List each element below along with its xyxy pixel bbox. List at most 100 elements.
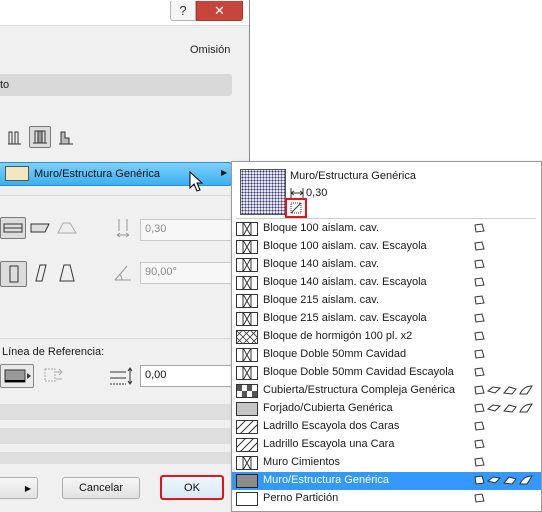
roof-icon	[503, 385, 517, 395]
basic-structure-icon[interactable]	[4, 127, 26, 149]
list-item[interactable]: Muro Cimientos	[232, 454, 541, 472]
wall-icon	[474, 439, 485, 449]
list-item-label: Ladrillo Escayola una Cara	[263, 438, 395, 450]
availability-flags	[474, 295, 485, 305]
complex-profile-icon[interactable]	[55, 127, 77, 149]
roof-icon	[503, 403, 517, 413]
fill-button-label: Muro/Estructura Genérica	[34, 168, 160, 180]
flip-reference-icon[interactable]	[40, 364, 68, 386]
fill-pattern-icon	[235, 329, 259, 345]
availability-flags	[474, 367, 485, 377]
list-item[interactable]: Bloque 100 aislam. cav. Escayola	[232, 238, 541, 256]
thickness-field[interactable]: 0,30	[140, 219, 232, 241]
help-button[interactable]: ?	[170, 1, 196, 21]
divider	[0, 195, 232, 196]
list-item[interactable]: Bloque de hormigón 100 pl. x2	[232, 328, 541, 346]
list-item[interactable]: Bloque Doble 50mm Cavidad Escayola	[232, 364, 541, 382]
list-item-label: Bloque 140 aislam. cav.	[263, 258, 379, 270]
list-item-label: Forjado/Cubierta Genérica	[263, 402, 393, 414]
cancel-button[interactable]: Cancelar	[62, 477, 140, 499]
availability-flags	[474, 223, 485, 233]
fill-pattern-icon	[236, 474, 258, 488]
slab-icon	[487, 475, 501, 485]
settings-dialog: ? ✕ Omisión to Muro/Estructura Genérica …	[0, 0, 250, 512]
double-slanted-wall-icon[interactable]	[56, 262, 78, 284]
fill-pattern-icon	[235, 437, 259, 453]
collapsed-panel-header[interactable]	[0, 404, 249, 420]
list-item[interactable]: Ladrillo Escayola una Cara	[232, 436, 541, 454]
composite-symbol-icon	[290, 202, 302, 214]
list-item[interactable]: Ladrillo Escayola dos Caras	[232, 418, 541, 436]
divider	[236, 218, 536, 219]
availability-flags	[474, 259, 485, 269]
list-item-label: Bloque Doble 50mm Cavidad	[263, 348, 407, 360]
vertical-wall-icon[interactable]	[0, 261, 27, 287]
offset-field[interactable]: 0,00	[140, 365, 232, 387]
thickness-icon	[112, 217, 134, 239]
list-item[interactable]: Bloque 140 aislam. cav.	[232, 256, 541, 274]
availability-flags	[474, 457, 485, 467]
settings-menu-button[interactable]: ▶	[0, 477, 38, 499]
shell-icon	[519, 403, 533, 413]
wall-icon	[474, 241, 485, 251]
close-button[interactable]: ✕	[196, 1, 243, 21]
list-item[interactable]: Bloque Doble 50mm Cavidad	[232, 346, 541, 364]
mouse-cursor-icon	[189, 171, 204, 192]
list-item[interactable]: Bloque 215 aislam. cav.	[232, 292, 541, 310]
wall-icon	[474, 313, 485, 323]
list-item[interactable]: Bloque 100 aislam. cav.	[232, 220, 541, 238]
angle-field[interactable]: 90,00°	[140, 262, 232, 284]
list-item-label: Bloque 215 aislam. cav.	[263, 294, 379, 306]
list-item[interactable]: Forjado/Cubierta Genérica	[232, 400, 541, 418]
wall-icon	[474, 331, 485, 341]
list-item-label: Perno Partición	[263, 492, 339, 504]
structure-symbol[interactable]	[285, 198, 307, 218]
ok-button[interactable]: OK	[160, 475, 224, 500]
list-item[interactable]: Cubierta/Estructura Compleja Genérica	[232, 382, 541, 400]
collapsed-panel-header[interactable]	[0, 428, 249, 444]
list-item-label: Bloque de hormigón 100 pl. x2	[263, 330, 413, 342]
collapsed-panel-header[interactable]	[0, 452, 249, 464]
triangle-right-icon: ▶	[24, 483, 32, 493]
fill-list: Bloque 100 aislam. cav. Bloque 100 aislam…	[232, 220, 541, 508]
inclined-wall-icon[interactable]	[30, 262, 52, 284]
fill-pattern-icon	[236, 455, 258, 471]
wall-icon	[474, 259, 485, 269]
wall-icon	[474, 493, 485, 503]
polygon-wall-icon	[56, 217, 78, 239]
availability-flags	[474, 277, 485, 287]
list-item-label: Muro/Estructura Genérica	[263, 474, 389, 486]
list-item[interactable]: Bloque 140 aislam. cav. Escayola	[232, 274, 541, 292]
shell-icon	[519, 385, 533, 395]
fill-pattern-icon	[236, 293, 258, 309]
wall-icon	[474, 385, 485, 395]
section-header[interactable]	[0, 74, 232, 96]
reference-line-dropdown[interactable]	[0, 364, 34, 388]
wall-icon	[474, 295, 485, 305]
wall-icon	[474, 475, 485, 485]
fill-pattern-icon	[235, 419, 259, 435]
default-label[interactable]: Omisión	[190, 44, 230, 56]
availability-flags	[474, 313, 485, 323]
availability-flags	[474, 475, 533, 485]
availability-flags	[474, 349, 485, 359]
preview-name: Muro/Estructura Genérica	[290, 170, 416, 182]
straight-wall-icon[interactable]	[0, 217, 26, 239]
list-item[interactable]: Muro/Estructura Genérica	[232, 472, 541, 490]
fill-pattern-icon	[236, 275, 258, 291]
availability-flags	[474, 421, 485, 431]
list-item[interactable]: Perno Partición	[232, 490, 541, 508]
help-icon: ?	[179, 3, 187, 18]
trapezoid-wall-icon[interactable]	[29, 217, 51, 239]
wall-icon	[474, 367, 485, 377]
fill-pattern-icon	[236, 347, 258, 363]
list-item-label: Bloque 100 aislam. cav.	[263, 222, 379, 234]
composite-structure-icon[interactable]	[29, 126, 51, 148]
fill-popup: Muro/Estructura Genérica 0,30 Bloque 100…	[231, 161, 542, 512]
fill-pattern-icon	[236, 239, 258, 255]
availability-flags	[474, 439, 485, 449]
slab-icon	[487, 385, 501, 395]
list-item[interactable]: Bloque 215 aislam. cav. Escayola	[232, 310, 541, 328]
divider	[0, 338, 232, 339]
list-item-label: Bloque 100 aislam. cav. Escayola	[263, 240, 427, 252]
